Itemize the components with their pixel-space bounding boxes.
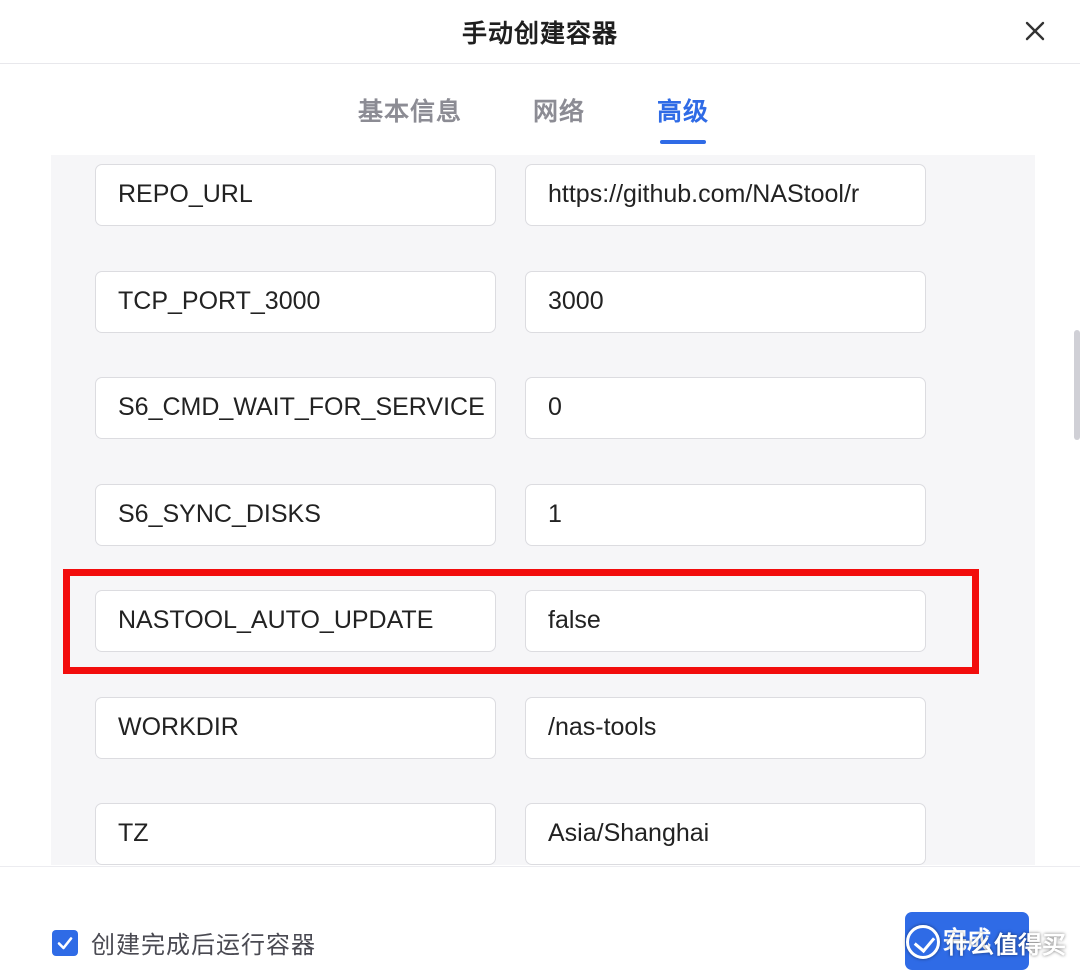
close-icon[interactable] [1016, 12, 1054, 50]
dialog-title: 手动创建容器 [461, 19, 618, 48]
env-row-highlighted: NASTOOL_AUTO_UPDATE false [51, 590, 1035, 652]
env-value-input[interactable]: https://github.com/NAStool/r [525, 164, 926, 226]
dialog-footer: 创建完成后运行容器 完成 [0, 866, 1080, 970]
env-value-input[interactable]: false [525, 590, 926, 652]
env-key-input[interactable]: WORKDIR [95, 697, 496, 759]
scrollbar-thumb[interactable] [1074, 330, 1080, 440]
tab-advanced[interactable]: 高级 [657, 92, 709, 142]
env-row: S6_CMD_WAIT_FOR_SERVICE 0 [51, 377, 1035, 439]
env-row: TZ Asia/Shanghai [51, 803, 1035, 865]
checkmark-icon [57, 937, 73, 950]
run-after-create-checkbox[interactable] [52, 930, 78, 956]
finish-button[interactable]: 完成 [905, 912, 1029, 970]
env-key-input[interactable]: S6_CMD_WAIT_FOR_SERVICE [95, 377, 496, 439]
active-tab-indicator [660, 140, 706, 144]
create-container-dialog: 手动创建容器 基本信息 网络 高级 REPO_URL https://githu… [0, 0, 1080, 970]
env-key-input[interactable]: TZ [95, 803, 496, 865]
env-row: TCP_PORT_3000 3000 [51, 271, 1035, 333]
env-value-input[interactable]: /nas-tools [525, 697, 926, 759]
env-row: REPO_URL https://github.com/NAStool/r [51, 164, 1035, 226]
env-key-input[interactable]: TCP_PORT_3000 [95, 271, 496, 333]
env-key-input[interactable]: S6_SYNC_DISKS [95, 484, 496, 546]
env-value-input[interactable]: 1 [525, 484, 926, 546]
env-value-input[interactable]: 0 [525, 377, 926, 439]
env-value-input[interactable]: 3000 [525, 271, 926, 333]
environment-variables-list[interactable]: REPO_URL https://github.com/NAStool/r TC… [51, 155, 1035, 865]
tab-network[interactable]: 网络 [533, 92, 585, 142]
dialog-header: 手动创建容器 [0, 0, 1080, 64]
env-row: S6_SYNC_DISKS 1 [51, 484, 1035, 546]
env-row: WORKDIR /nas-tools [51, 697, 1035, 759]
env-key-input[interactable]: REPO_URL [95, 164, 496, 226]
tab-basic-info[interactable]: 基本信息 [358, 92, 462, 142]
env-value-input[interactable]: Asia/Shanghai [525, 803, 926, 865]
env-key-input[interactable]: NASTOOL_AUTO_UPDATE [95, 590, 496, 652]
run-after-create-label[interactable]: 创建完成后运行容器 [91, 925, 316, 960]
